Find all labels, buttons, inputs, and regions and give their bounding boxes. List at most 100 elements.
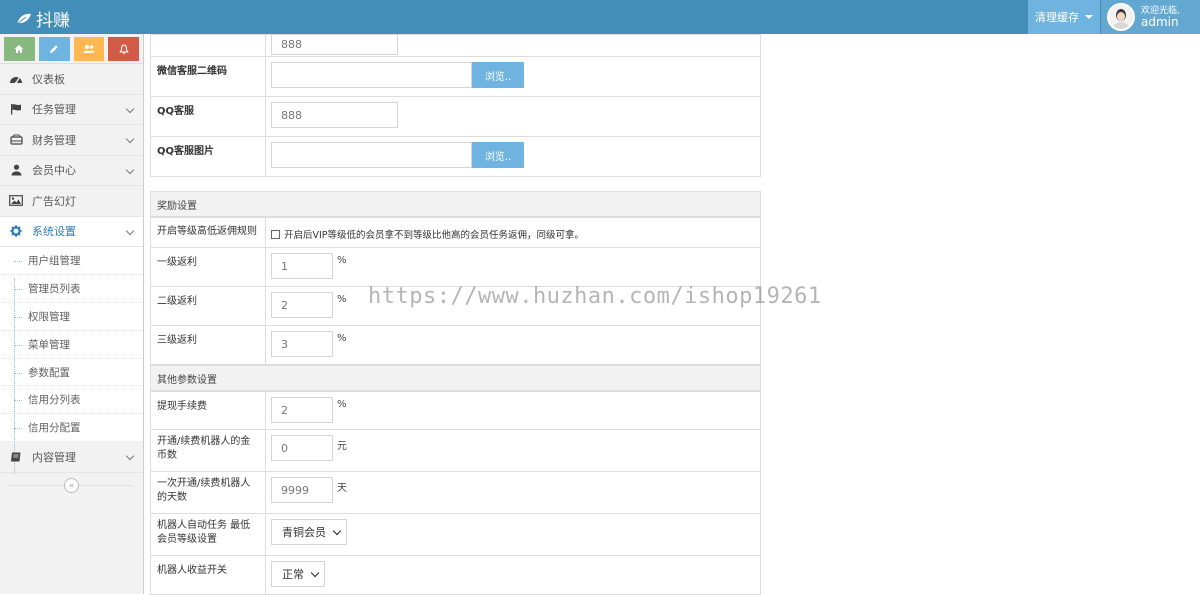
user-menu[interactable]: 欢迎光临, admin	[1101, 0, 1200, 34]
sidebar-item-dashboard[interactable]: 仪表板	[0, 64, 143, 95]
bell-icon	[118, 43, 129, 54]
wechat-qr-browse-button[interactable]: 浏览..	[472, 62, 524, 88]
qq-input[interactable]: 888	[271, 102, 398, 128]
hdd-icon	[8, 133, 24, 147]
form-label: 一级返利	[150, 247, 266, 287]
form-label: 微信客服二维码	[150, 56, 266, 97]
settings-form: 888 微信客服二维码 浏览.. QQ客服 888 QQ客服图片 浏览.. 奖励…	[150, 34, 761, 595]
percent-unit: %	[337, 255, 347, 266]
robot-days-input[interactable]: 9999	[271, 477, 333, 503]
users-icon	[83, 45, 95, 53]
sidebar-subitem-params[interactable]: 参数配置	[0, 359, 143, 387]
shortcut-bar	[0, 34, 143, 64]
checkbox-label: 开启后VIP等级低的会员拿不到等级比他高的会员任务返佣，同级可拿。	[284, 230, 585, 241]
sidebar-item-label: 内容管理	[32, 450, 76, 464]
caret-down-icon	[1085, 15, 1093, 19]
sidebar-subitem-credit-config[interactable]: 信用分配置	[0, 414, 143, 443]
level1-rebate-input[interactable]: 1	[271, 253, 333, 279]
pencil-icon	[50, 45, 58, 53]
level3-rebate-input[interactable]: 3	[271, 331, 333, 357]
sidebar-subitem-credit-list[interactable]: 信用分列表	[0, 386, 143, 415]
form-label: 开启等级高低返佣规则	[150, 217, 266, 248]
user-icon	[8, 163, 24, 177]
select-value: 青铜会员	[282, 526, 326, 539]
form-label: 开通/续费机器人的金币数	[150, 429, 266, 472]
robot-level-select[interactable]: 青铜会员	[271, 519, 347, 545]
chevron-down-icon	[125, 134, 135, 144]
yuan-unit: 元	[337, 441, 347, 452]
sidebar-item-label: 任务管理	[32, 103, 76, 117]
wechat-qr-file-input[interactable]	[271, 62, 472, 88]
sidebar-item-label: 仪表板	[32, 72, 65, 86]
day-unit: 天	[337, 483, 347, 494]
form-label: QQ客服	[150, 96, 266, 137]
sidebar-item-finance[interactable]: 财务管理	[0, 125, 143, 156]
robot-coins-input[interactable]: 0	[271, 435, 333, 461]
watermark-text: https://www.huzhan.com/ishop19261	[368, 284, 822, 309]
chevron-down-icon	[125, 226, 135, 235]
gear-icon	[8, 224, 24, 238]
sidebar-subitem-user-groups[interactable]: 用户组管理	[0, 247, 143, 275]
top-navbar: 抖赚 清理缓存 欢迎光临, admin	[0, 0, 1200, 34]
sidebar-item-tasks[interactable]: 任务管理	[0, 95, 143, 125]
edit-shortcut-button[interactable]	[38, 37, 70, 61]
system-settings-submenu: 用户组管理 管理员列表 权限管理 菜单管理 参数配置 信用分列表 信用分配置	[0, 247, 143, 443]
form-label: 二级返利	[150, 286, 266, 326]
sidebar-subitem-menus[interactable]: 菜单管理	[0, 331, 143, 359]
sidebar-item-system-settings[interactable]: 系统设置	[0, 216, 143, 247]
qq-image-browse-button[interactable]: 浏览..	[472, 142, 524, 168]
sidebar: 仪表板 任务管理 财务管理 会员中心 广告幻灯 系统设置 用户组管理 管理员列表…	[0, 34, 144, 594]
form-label: 一次开通/续费机器人的天数	[150, 471, 266, 514]
avatar	[1107, 3, 1135, 31]
sidebar-item-ads[interactable]: 广告幻灯	[0, 186, 143, 217]
percent-unit: %	[337, 399, 347, 410]
form-label: 提现手续费	[150, 391, 266, 430]
checkbox-box[interactable]	[271, 229, 280, 239]
withdraw-fee-input[interactable]: 2	[271, 397, 333, 423]
form-label: 三级返利	[150, 325, 266, 365]
robot-income-select[interactable]: 正常	[271, 561, 325, 587]
username: admin	[1141, 15, 1179, 29]
chevron-down-icon	[125, 165, 135, 174]
sidebar-collapse: «	[0, 473, 143, 499]
sidebar-subitem-admin-list[interactable]: 管理员列表	[0, 275, 143, 303]
notification-shortcut-button[interactable]	[108, 37, 139, 61]
clear-cache-button[interactable]: 清理缓存	[1028, 0, 1100, 34]
chevron-down-icon	[332, 526, 342, 535]
rebate-rule-checkbox[interactable]: 开启后VIP等级低的会员拿不到等级比他高的会员任务返佣，同级可拿。	[271, 223, 755, 241]
sidebar-subitem-permissions[interactable]: 权限管理	[0, 303, 143, 331]
percent-unit: %	[337, 333, 347, 344]
users-shortcut-button[interactable]	[73, 37, 105, 61]
other-settings-table: 提现手续费 2% 开通/续费机器人的金币数 0元 一次开通/续费机器人的天数 9…	[150, 391, 761, 595]
qq-image-file-input[interactable]	[271, 142, 472, 168]
percent-unit: %	[337, 294, 347, 305]
leaf-icon	[16, 13, 31, 24]
brand-title: 抖赚	[36, 11, 70, 31]
form-label	[150, 34, 266, 57]
brand[interactable]: 抖赚	[16, 6, 70, 31]
sidebar-item-content[interactable]: 内容管理	[0, 442, 143, 473]
form-label: 机器人收益开关	[150, 555, 266, 595]
sidebar-item-label: 广告幻灯	[32, 194, 76, 208]
dashboard-icon	[8, 72, 24, 86]
chevron-down-icon	[310, 568, 320, 577]
collapse-sidebar-button[interactable]: «	[64, 478, 79, 494]
chevron-down-icon	[125, 451, 135, 461]
contact-settings-table: 888 微信客服二维码 浏览.. QQ客服 888 QQ客服图片 浏览..	[150, 34, 761, 177]
other-section-header: 其他参数设置	[150, 365, 761, 391]
home-shortcut-button[interactable]	[4, 37, 35, 61]
home-icon	[14, 45, 24, 53]
form-label: QQ客服图片	[150, 136, 266, 177]
sidebar-item-label: 财务管理	[32, 133, 76, 147]
sidebar-item-label: 会员中心	[32, 164, 76, 178]
picture-icon	[8, 194, 24, 208]
book-icon	[8, 450, 24, 464]
level2-rebate-input[interactable]: 2	[271, 292, 333, 318]
clear-cache-label: 清理缓存	[1035, 11, 1079, 24]
reward-section-header: 奖励设置	[150, 191, 761, 217]
sidebar-item-members[interactable]: 会员中心	[0, 156, 143, 186]
chevron-down-icon	[125, 104, 135, 113]
sidebar-item-label: 系统设置	[32, 225, 76, 239]
wechat-id-input[interactable]: 888	[271, 34, 398, 55]
flag-icon	[8, 102, 24, 116]
